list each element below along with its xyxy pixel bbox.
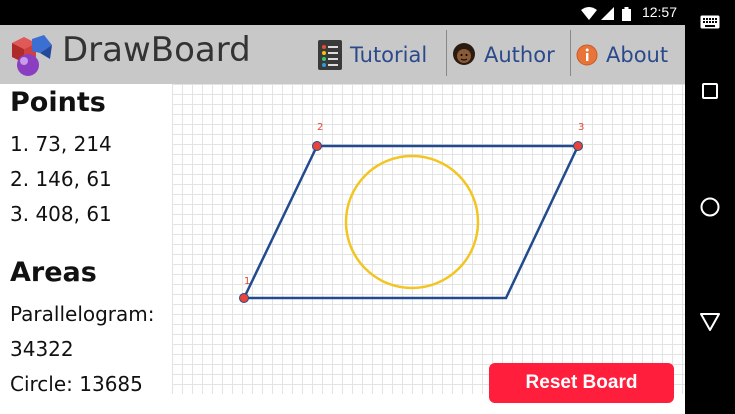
- point-label: 3: [578, 122, 584, 133]
- areas-heading: Areas: [10, 257, 97, 288]
- navigation-bar: [685, 0, 735, 414]
- status-time: 12:57: [641, 4, 677, 20]
- parallelogram-area-value: 34322: [10, 337, 74, 361]
- recents-icon: [702, 83, 718, 99]
- point-item: 2. 146, 61: [10, 167, 112, 191]
- header-divider: [570, 30, 571, 76]
- signal-icon: [601, 6, 615, 25]
- back-button[interactable]: [685, 302, 735, 342]
- tutorial-label: Tutorial: [350, 42, 428, 67]
- author-menu-item[interactable]: Author: [452, 25, 555, 84]
- point-marker[interactable]: [239, 293, 249, 303]
- drawboard-logo-icon: [6, 33, 56, 83]
- list-icon: [318, 39, 342, 70]
- app-header: DrawBoard Tutorial Author About: [0, 25, 685, 84]
- recents-button[interactable]: [685, 71, 735, 111]
- author-label: Author: [484, 42, 555, 67]
- parallelogram-area-label: Parallelogram:: [10, 302, 155, 326]
- header-divider: [446, 30, 447, 76]
- tutorial-menu-item[interactable]: Tutorial: [318, 25, 427, 84]
- reset-board-button[interactable]: Reset Board: [489, 363, 674, 403]
- app-window: DrawBoard Tutorial Author About Points 1…: [0, 25, 685, 414]
- points-heading: Points: [10, 87, 106, 118]
- point-item: 1. 73, 214: [10, 132, 112, 156]
- circle-shape: [344, 154, 480, 290]
- status-bar: 12:57: [0, 0, 685, 25]
- info-sidebar: Points 1. 73, 214 2. 146, 61 3. 408, 61 …: [0, 84, 172, 414]
- parallelogram-shape: [242, 144, 580, 300]
- wifi-icon: [581, 6, 597, 25]
- battery-icon: [622, 6, 631, 25]
- back-icon: [700, 313, 720, 331]
- keyboard-button[interactable]: [685, 2, 735, 42]
- drawing-board[interactable]: 1 2 3: [172, 84, 685, 394]
- point-marker[interactable]: [573, 141, 583, 151]
- point-item: 3. 408, 61: [10, 202, 112, 226]
- circle-area: Circle: 13685: [10, 372, 143, 396]
- about-menu-item[interactable]: About: [576, 25, 668, 84]
- keyboard-icon: [700, 15, 720, 29]
- person-icon: [453, 42, 475, 65]
- home-button[interactable]: [685, 187, 735, 227]
- point-marker[interactable]: [312, 141, 322, 151]
- home-icon: [700, 197, 720, 217]
- app-title: DrawBoard: [62, 30, 251, 70]
- point-label: 2: [317, 122, 323, 133]
- point-label: 1: [244, 276, 250, 287]
- about-label: About: [606, 42, 669, 67]
- info-icon: [576, 44, 598, 65]
